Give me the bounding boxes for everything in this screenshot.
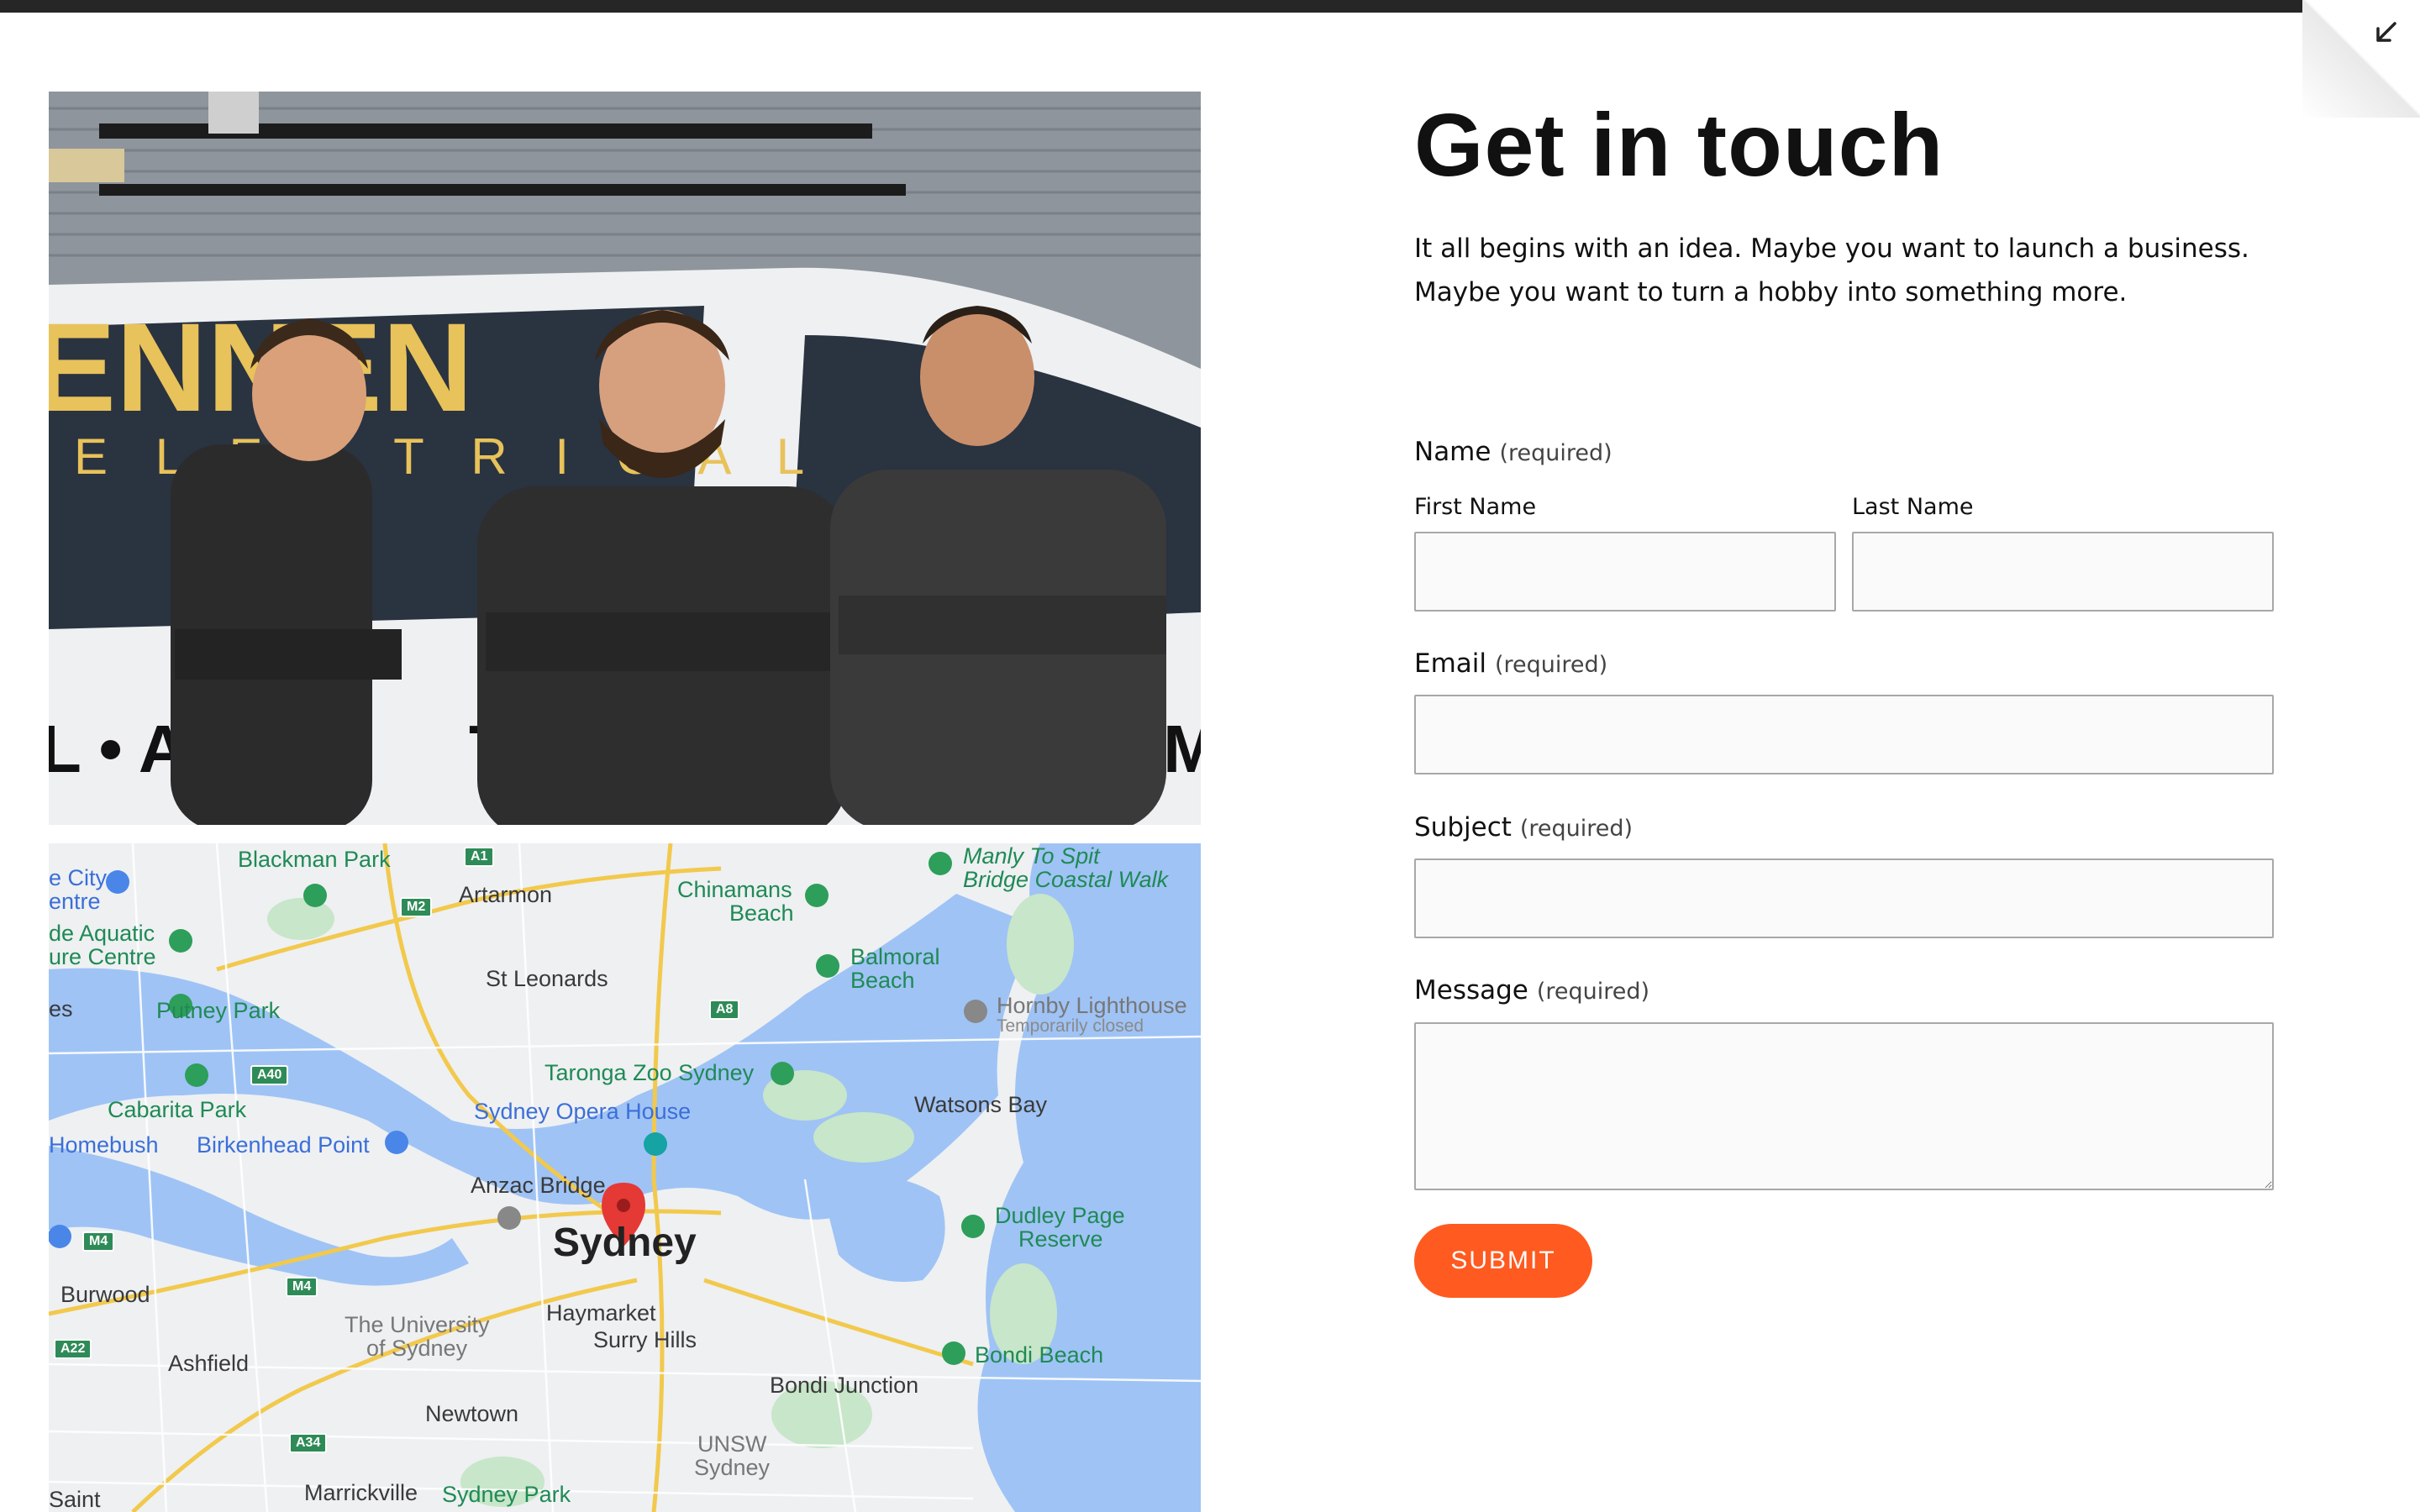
map-label: Birkenhead Point (197, 1132, 370, 1158)
required-indicator: (required) (1519, 816, 1634, 842)
map-label: Marrickville (304, 1480, 418, 1505)
map-label: Anzac Bridge (471, 1173, 606, 1198)
map-label: Taronga Zoo Sydney (544, 1060, 755, 1085)
arrow-down-left-icon[interactable] (2371, 18, 2400, 47)
email-label-text: Email (1414, 648, 1487, 679)
required-indicator: (required) (1495, 652, 1608, 678)
required-indicator: (required) (1536, 979, 1650, 1005)
map-label: Hornby Lighthouse (997, 993, 1187, 1018)
map-label: Sydney (553, 1221, 697, 1265)
road-shield: A40 (250, 1065, 289, 1085)
corner-peel (2302, 0, 2420, 118)
intro-text: It all begins with an idea. Maybe you wa… (1414, 227, 2249, 314)
road-shield: A22 (54, 1339, 92, 1359)
email-label: Email (required) (1414, 648, 1607, 679)
map-label: Beach (850, 968, 915, 993)
map-label: Dudley Page (995, 1203, 1125, 1228)
map-base (49, 843, 1201, 1512)
required-indicator: (required) (1499, 440, 1612, 466)
message-label-text: Message (1414, 975, 1528, 1005)
map-label: Chinamans (677, 877, 792, 902)
name-label-text: Name (1414, 437, 1491, 467)
map-label: Manly To Spit (963, 843, 1100, 869)
map-label: ure Centre (49, 944, 156, 969)
subject-label-text: Subject (1414, 812, 1512, 843)
map-label: Bridge Coastal Walk (963, 867, 1169, 892)
map-label: Haymarket (546, 1300, 656, 1326)
map-label: Newtown (425, 1401, 519, 1426)
last-name-input[interactable] (1852, 532, 2274, 612)
name-label: Name (required) (1414, 437, 1612, 467)
road-shield: A8 (709, 1000, 740, 1020)
map-label: Burwood (60, 1282, 150, 1307)
map-label: Sydney (694, 1455, 771, 1480)
email-input[interactable] (1414, 695, 2274, 774)
page-corner-toggle[interactable] (2302, 0, 2420, 118)
subject-label: Subject (required) (1414, 812, 1633, 843)
intro-line-1: It all begins with an idea. Maybe you wa… (1414, 234, 2249, 264)
page-title: Get in touch (1414, 96, 1944, 195)
map-label: Cabarita Park (108, 1097, 247, 1122)
map-label: Bondi Junction (770, 1373, 919, 1398)
road-shield: M4 (82, 1231, 115, 1252)
map-label: Saint (49, 1487, 101, 1512)
first-name-label: First Name (1414, 494, 1537, 520)
last-name-label: Last Name (1852, 494, 1974, 520)
map-label: entre (49, 889, 101, 914)
map-label: Homebush (49, 1132, 159, 1158)
map-label: Artarmon (459, 882, 553, 907)
map-label: Putney Park (156, 998, 281, 1023)
map-label: Sydney Opera House (474, 1099, 692, 1124)
subject-input[interactable] (1414, 858, 2274, 938)
map-label: Ashfield (168, 1351, 250, 1376)
map-label: UNSW (697, 1431, 767, 1457)
road-shield: A1 (464, 847, 495, 867)
message-label: Message (required) (1414, 975, 1649, 1005)
map-label: Bondi Beach (975, 1342, 1104, 1368)
team-photo-illustration: ENNEN E L E C T R I C A L L • AIR TI ENM (49, 92, 1201, 825)
map-label: es (49, 996, 73, 1021)
top-bar (0, 0, 2420, 13)
map-label: Temporarily closed (997, 1016, 1144, 1036)
road-shield: A34 (289, 1433, 328, 1453)
map-label: Blackman Park (238, 847, 391, 872)
map-label: de Aquatic (49, 921, 155, 946)
map-label: Surry Hills (593, 1327, 697, 1352)
message-textarea[interactable] (1414, 1022, 2274, 1190)
map-label: Beach (729, 900, 794, 926)
first-name-input[interactable] (1414, 532, 1836, 612)
submit-button[interactable]: SUBMIT (1414, 1224, 1592, 1298)
map-label: e City (49, 865, 108, 890)
map-label: Balmoral (850, 944, 940, 969)
team-photo: ENNEN E L E C T R I C A L L • AIR TI ENM (49, 92, 1201, 825)
map-label: Reserve (1018, 1226, 1103, 1252)
road-shield: M4 (286, 1277, 318, 1297)
map-label: of Sydney (366, 1336, 468, 1361)
map-label: Watsons Bay (914, 1092, 1048, 1117)
road-shield: M2 (400, 897, 433, 917)
intro-line-2: Maybe you want to turn a hobby into some… (1414, 277, 2128, 307)
location-map[interactable]: Blackman Park Artarmon Chinamans Beach M… (49, 843, 1201, 1512)
map-label: Sydney Park (442, 1482, 571, 1507)
map-label: St Leonards (486, 966, 608, 991)
map-label: The University (345, 1312, 490, 1337)
